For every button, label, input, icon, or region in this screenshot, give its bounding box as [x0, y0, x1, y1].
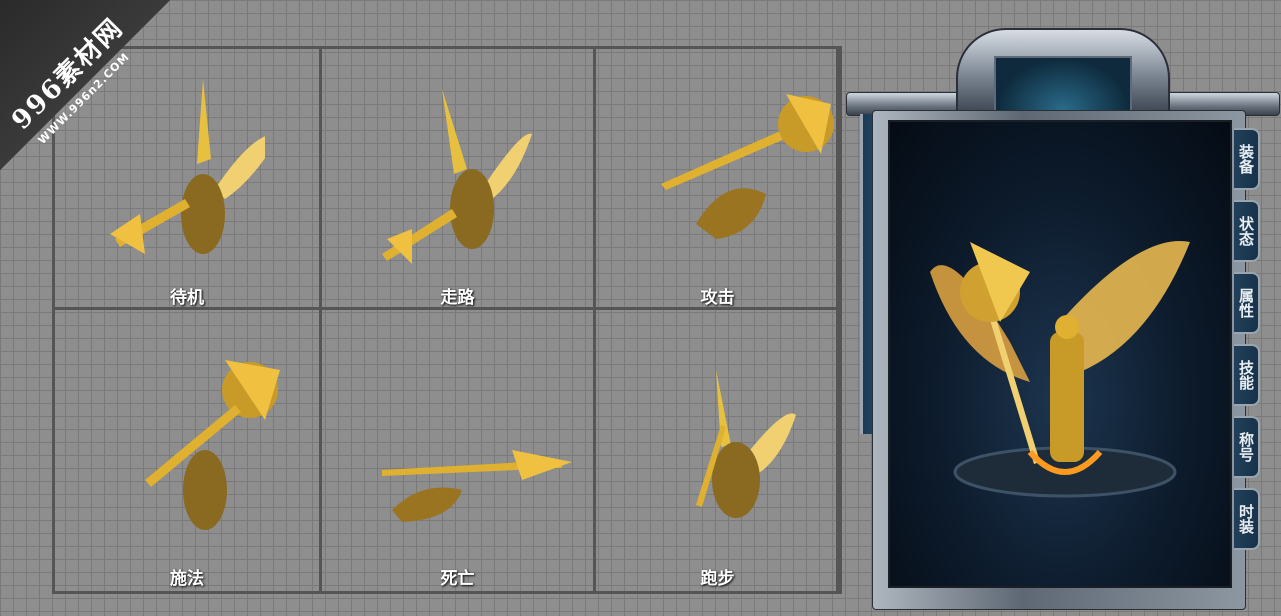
tab-skills[interactable]: 技能	[1234, 344, 1260, 406]
tab-attributes[interactable]: 属性	[1234, 272, 1260, 334]
tab-title[interactable]: 称号	[1234, 416, 1260, 478]
panel-tabs: 装备 状态 属性 技能 称号 时装	[1234, 128, 1264, 560]
label-run: 跑步	[700, 569, 735, 589]
sprite-death	[382, 450, 572, 522]
cell-walk[interactable]: 走路	[319, 46, 596, 310]
panel-crest	[956, 28, 1170, 116]
panel-crest-window	[994, 56, 1132, 112]
label-cast: 施法	[170, 569, 204, 589]
cell-cast[interactable]: 施法	[52, 307, 322, 594]
watermark-corner: 996素材网 WWW.996n2.COM	[0, 0, 170, 170]
label-attack: 攻击	[700, 288, 735, 308]
cell-attack[interactable]: 攻击	[593, 46, 842, 310]
tab-fashion[interactable]: 时装	[1234, 488, 1260, 550]
character-preview	[888, 120, 1232, 588]
cell-run[interactable]: 跑步	[593, 307, 842, 594]
label-idle: 待机	[170, 288, 204, 308]
sprite-cast	[145, 360, 280, 530]
character-panel: 装备 状态 属性 技能 称号 时装	[846, 28, 1280, 610]
tab-equipment[interactable]: 装备	[1234, 128, 1260, 190]
animation-grid: 待机 走路 攻击 施法 死亡 跑步	[52, 46, 842, 594]
tab-status[interactable]: 状态	[1234, 200, 1260, 262]
label-death: 死亡	[440, 569, 475, 589]
sprite-attack	[661, 94, 834, 239]
cell-death[interactable]: 死亡	[319, 307, 596, 594]
sprite-run	[696, 370, 796, 518]
label-walk: 走路	[440, 288, 475, 308]
sprite-walk	[382, 89, 532, 264]
character-model	[930, 241, 1190, 498]
